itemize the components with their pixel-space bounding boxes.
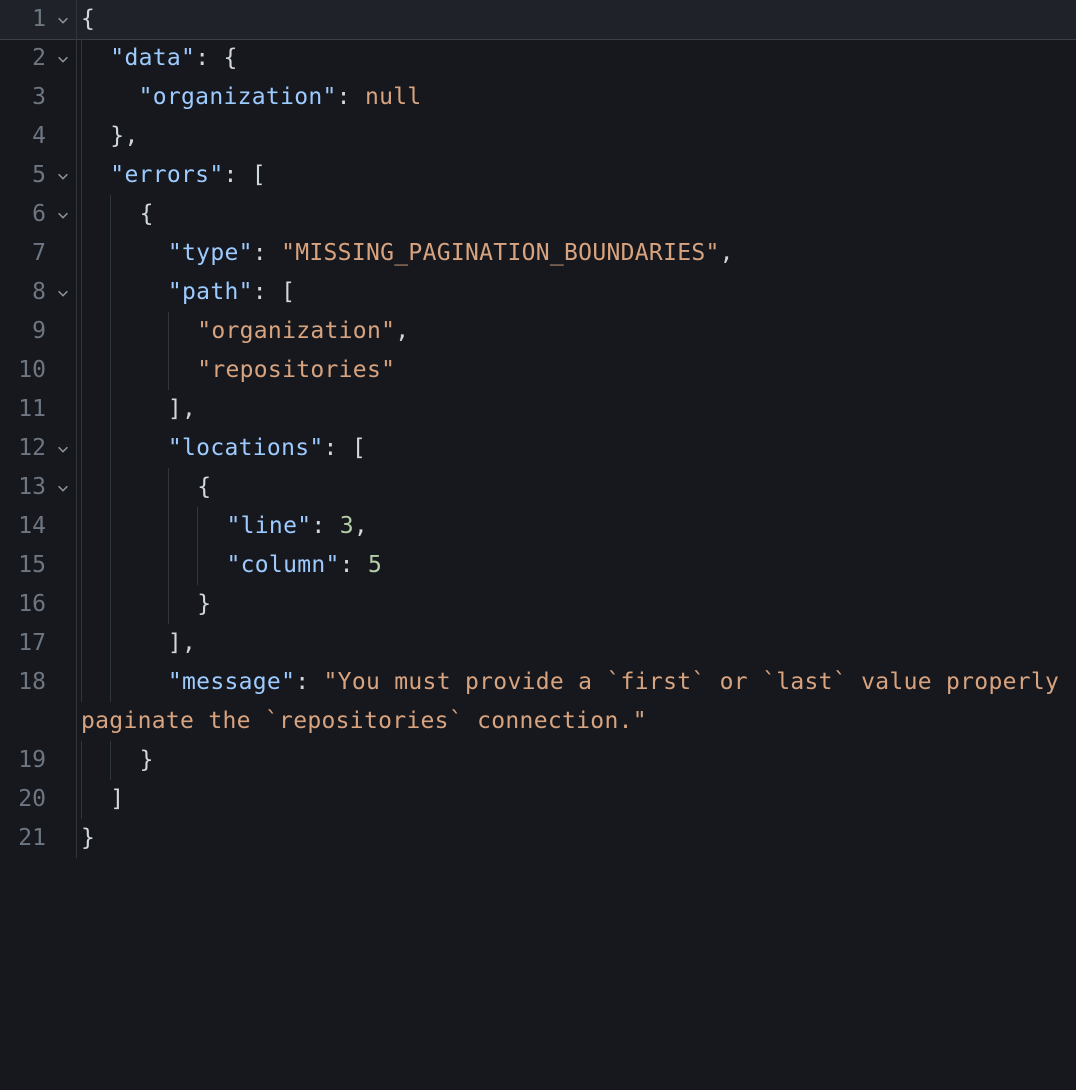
fold-gutter <box>50 312 76 351</box>
code-content[interactable]: "organization", <box>77 312 409 351</box>
fold-gutter <box>50 663 76 702</box>
line-number: 13 <box>0 468 50 507</box>
code-content[interactable]: { <box>77 195 154 234</box>
line-number: 19 <box>0 741 50 780</box>
fold-toggle[interactable] <box>50 429 76 468</box>
code-line[interactable]: 18 "message": "You must provide a `first… <box>0 663 1076 741</box>
line-number: 11 <box>0 390 50 429</box>
fold-gutter <box>50 546 76 585</box>
fold-gutter <box>50 390 76 429</box>
code-line[interactable]: 5 "errors": [ <box>0 156 1076 195</box>
code-editor[interactable]: 1 { 2 "data": { 3 "organization": null 4… <box>0 0 1076 1090</box>
code-line[interactable]: 1 { <box>0 0 1076 39</box>
fold-gutter <box>50 819 76 858</box>
chevron-down-icon <box>56 286 70 300</box>
line-number: 9 <box>0 312 50 351</box>
code-content[interactable]: ], <box>77 390 196 429</box>
line-number: 18 <box>0 663 50 702</box>
code-content[interactable]: { <box>77 0 95 39</box>
fold-toggle[interactable] <box>50 39 76 78</box>
fold-toggle[interactable] <box>50 273 76 312</box>
code-line[interactable]: 19 } <box>0 741 1076 780</box>
code-content[interactable]: "path": [ <box>77 273 295 312</box>
code-content[interactable]: "message": "You must provide a `first` o… <box>77 663 1076 741</box>
code-line[interactable]: 7 "type": "MISSING_PAGINATION_BOUNDARIES… <box>0 234 1076 273</box>
chevron-down-icon <box>56 481 70 495</box>
fold-toggle[interactable] <box>50 468 76 507</box>
fold-gutter <box>50 234 76 273</box>
code-content[interactable]: } <box>77 819 95 858</box>
fold-toggle[interactable] <box>50 195 76 234</box>
chevron-down-icon <box>56 169 70 183</box>
code-line[interactable]: 9 "organization", <box>0 312 1076 351</box>
code-line[interactable]: 3 "organization": null <box>0 78 1076 117</box>
code-content[interactable]: ], <box>77 624 196 663</box>
chevron-down-icon <box>56 52 70 66</box>
fold-gutter <box>50 780 76 819</box>
fold-gutter <box>50 624 76 663</box>
fold-toggle[interactable] <box>50 156 76 195</box>
chevron-down-icon <box>56 442 70 456</box>
code-content[interactable]: "type": "MISSING_PAGINATION_BOUNDARIES", <box>77 234 734 273</box>
code-content[interactable]: ] <box>77 780 124 819</box>
code-content[interactable]: "column": 5 <box>77 546 382 585</box>
code-line[interactable]: 14 "line": 3, <box>0 507 1076 546</box>
code-content[interactable]: } <box>77 585 211 624</box>
line-number: 8 <box>0 273 50 312</box>
line-number: 5 <box>0 156 50 195</box>
line-number: 16 <box>0 585 50 624</box>
code-line[interactable]: 12 "locations": [ <box>0 429 1076 468</box>
line-number: 7 <box>0 234 50 273</box>
line-number: 3 <box>0 78 50 117</box>
code-line[interactable]: 17 ], <box>0 624 1076 663</box>
chevron-down-icon <box>56 13 70 27</box>
code-content[interactable]: { <box>77 468 211 507</box>
code-content[interactable]: "line": 3, <box>77 507 368 546</box>
code-line[interactable]: 6 { <box>0 195 1076 234</box>
fold-gutter <box>50 117 76 156</box>
code-content[interactable]: } <box>77 741 154 780</box>
fold-gutter <box>50 351 76 390</box>
line-number: 2 <box>0 39 50 78</box>
fold-toggle[interactable] <box>50 0 76 39</box>
line-number: 12 <box>0 429 50 468</box>
code-content[interactable]: }, <box>77 117 139 156</box>
line-number: 14 <box>0 507 50 546</box>
code-content[interactable]: "organization": null <box>77 78 422 117</box>
code-content[interactable]: "locations": [ <box>77 429 366 468</box>
code-line[interactable]: 13 { <box>0 468 1076 507</box>
chevron-down-icon <box>56 208 70 222</box>
line-number: 17 <box>0 624 50 663</box>
fold-gutter <box>50 507 76 546</box>
line-number: 10 <box>0 351 50 390</box>
code-line[interactable]: 8 "path": [ <box>0 273 1076 312</box>
code-content[interactable]: "errors": [ <box>77 156 266 195</box>
code-line[interactable]: 11 ], <box>0 390 1076 429</box>
code-line[interactable]: 16 } <box>0 585 1076 624</box>
line-number: 20 <box>0 780 50 819</box>
code-content[interactable]: "data": { <box>77 39 238 78</box>
fold-gutter <box>50 78 76 117</box>
code-line[interactable]: 4 }, <box>0 117 1076 156</box>
fold-gutter <box>50 741 76 780</box>
line-number: 21 <box>0 819 50 858</box>
code-line[interactable]: 21 } <box>0 819 1076 858</box>
line-number: 6 <box>0 195 50 234</box>
code-line[interactable]: 10 "repositories" <box>0 351 1076 390</box>
line-number: 15 <box>0 546 50 585</box>
code-line[interactable]: 2 "data": { <box>0 39 1076 78</box>
code-content[interactable]: "repositories" <box>77 351 395 390</box>
fold-gutter <box>50 585 76 624</box>
line-number: 4 <box>0 117 50 156</box>
code-line[interactable]: 20 ] <box>0 780 1076 819</box>
code-line[interactable]: 15 "column": 5 <box>0 546 1076 585</box>
line-number: 1 <box>0 0 50 39</box>
